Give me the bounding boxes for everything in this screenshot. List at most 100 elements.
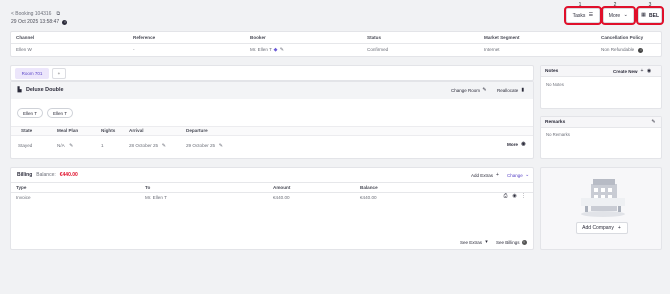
market-segment-value: Internet [484, 47, 500, 52]
see-extras-link[interactable]: See Extras ▾ [460, 239, 489, 246]
change-dropdown[interactable]: Change ⌄ [507, 172, 530, 179]
more-link[interactable]: More ◉ [507, 141, 526, 148]
info-icon[interactable]: i [62, 20, 68, 25]
billing-title: Billing [17, 172, 33, 178]
change-label: Change [507, 173, 523, 178]
remarks-card: Remarks ✎ No Remarks [540, 116, 662, 159]
edit-icon[interactable]: ✎ [69, 144, 74, 149]
header-meal-plan: Meal Plan [57, 128, 79, 133]
header-market-segment: Market Segment [484, 35, 520, 40]
state-value: Stayed [18, 143, 33, 148]
see-billings-link[interactable]: See Billings i [496, 240, 527, 245]
divider [11, 43, 661, 44]
departure-value: 29 October 25 ✎ [186, 143, 223, 149]
booker-value: Mr. Ellen T ◆ ✎ [250, 47, 284, 53]
change-room-button[interactable]: Change Room ✎ [451, 88, 487, 94]
header-type: Type [16, 185, 27, 190]
print-icon[interactable]: ⎙ [503, 194, 508, 199]
breadcrumb[interactable]: < Booking 104316 ⧉ [11, 11, 61, 17]
arrival-value: 28 October 25 ✎ [129, 143, 166, 149]
more-link-label: More [507, 142, 518, 147]
breadcrumb-label[interactable]: < Booking 104316 [11, 11, 51, 17]
kebab-menu-icon[interactable]: ⋮ [521, 194, 526, 199]
guest-chip[interactable]: Ellen T [47, 108, 73, 118]
header-amount: Amount [273, 185, 291, 190]
billing-balance-value: €440.00 [360, 195, 377, 200]
header-booker: Booker [250, 35, 266, 40]
billing-to-value: Mr. Ellen T [145, 195, 167, 200]
see-billings-label: See Billings [496, 240, 520, 245]
add-company-label: Add Company [582, 225, 614, 231]
header-nights: Nights [101, 128, 116, 133]
booker-name[interactable]: Mr. Ellen T [250, 47, 272, 52]
chevron-down-icon: ⌄ [623, 12, 628, 18]
reference-value: - [133, 47, 135, 52]
remarks-title: Remarks [545, 120, 566, 125]
header-reference: Reference [133, 35, 156, 40]
notes-title: Notes [545, 69, 559, 74]
list-icon: ☰ [588, 12, 594, 18]
tasks-button[interactable]: Tasks ☰ [564, 6, 602, 25]
more-button[interactable]: More ⌄ [601, 6, 636, 25]
room-tabs-bar: Room 701 + [10, 65, 534, 81]
create-new-label: Create New [613, 69, 638, 74]
created-label: 29 Oct 2025 13:58:47 [11, 19, 60, 25]
tab-room-701[interactable]: Room 701 [15, 68, 49, 79]
room-table-header [11, 126, 533, 136]
add-extras-label: Add Extras [471, 173, 494, 178]
eye-icon[interactable]: ◉ [512, 194, 517, 199]
status-value: Confirmed [367, 47, 389, 52]
notes-empty-text: No Notes [546, 82, 564, 87]
created-timestamp: 29 Oct 2025 13:58:47 i [11, 19, 68, 25]
company-card: Add Company + [540, 167, 662, 250]
company-illustration [581, 179, 625, 217]
guest-chip[interactable]: Ellen T [17, 108, 43, 118]
balance-value: €440.00 [59, 172, 78, 178]
plus-icon: + [496, 172, 499, 178]
cancellation-policy-label: Non Refundable [601, 47, 635, 52]
info-icon: i [521, 240, 527, 245]
divider [11, 192, 533, 193]
copy-icon[interactable]: ⧉ [56, 12, 61, 17]
edit-icon[interactable]: ✎ [651, 120, 656, 125]
header-departure: Departure [186, 128, 208, 133]
add-extras-button[interactable]: Add Extras + [471, 172, 500, 179]
building-icon: ▦ [641, 12, 646, 18]
billing-type-value: Invoice [16, 195, 31, 200]
plus-icon: + [640, 68, 644, 74]
cart-icon: ▾ [485, 239, 488, 245]
edit-icon[interactable]: ✎ [279, 48, 284, 53]
reallocate-label: Reallocate [497, 88, 519, 93]
header-arrival: Arrival [129, 128, 144, 133]
billing-card: Billing Balance: €440.00 Add Extras + Ch… [10, 167, 534, 250]
eye-icon: ◉ [521, 141, 526, 147]
reallocate-button[interactable]: Reallocate ▮ [497, 87, 525, 94]
tag-icon: ◆ [273, 47, 278, 53]
header-status: Status [367, 35, 382, 40]
add-company-button[interactable]: Add Company + [576, 222, 628, 234]
header-state: State [21, 128, 33, 133]
billing-row-actions: ⎙ ◉ ⋮ [503, 194, 526, 199]
header-cancellation-policy: Cancellation Policy [601, 35, 644, 40]
chevron-down-icon: ⌄ [525, 172, 530, 178]
tasks-label: Tasks [572, 12, 586, 19]
billing-amount-value: €440.00 [273, 195, 290, 200]
header-balance: Balance [360, 185, 378, 190]
channel-value: Ellen W [16, 47, 32, 52]
room-type-label: Deluxe Double [26, 87, 64, 93]
divider [11, 182, 533, 183]
info-icon[interactable]: i [638, 48, 644, 53]
edit-icon[interactable]: ✎ [218, 144, 223, 149]
meal-plan-value: N/A ✎ [57, 143, 74, 149]
create-new-note-button[interactable]: Create New + ◉ [613, 68, 652, 75]
eye-icon[interactable]: ◉ [647, 69, 652, 74]
add-room-tab-button[interactable]: + [52, 68, 66, 79]
balance-label: Balance: [36, 172, 56, 178]
header-channel: Channel [16, 35, 35, 40]
billing-header: Billing Balance: €440.00 [17, 172, 78, 178]
bel-button[interactable]: ▦ BEL [636, 6, 664, 25]
edit-icon[interactable]: ✎ [161, 144, 166, 149]
cancellation-policy-value: Non Refundable i [601, 47, 644, 53]
door-icon: ▮ [521, 87, 525, 93]
arrival-label: 28 October 25 [129, 143, 159, 148]
